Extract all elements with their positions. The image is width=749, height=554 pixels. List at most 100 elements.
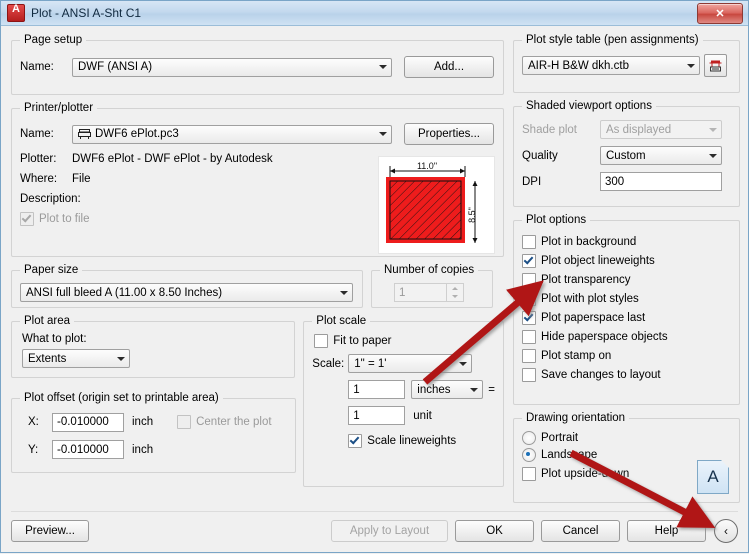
shade-plot-label: Shade plot	[522, 123, 577, 136]
plot-option-plot-transparency[interactable]: Plot transparency	[522, 273, 731, 287]
offset-y-label: Y:	[28, 443, 39, 456]
help-button[interactable]: Help	[627, 520, 706, 542]
right-column: Plot style table (pen assignments) AIR-H…	[513, 34, 740, 510]
plot-option-plot-paperspace-last[interactable]: Plot paperspace last	[522, 311, 731, 325]
plot-option-plot-stamp-on[interactable]: Plot stamp on	[522, 349, 731, 363]
plot-scale-group: Plot scale Fit to paper Scale: 1" = 1' 1…	[303, 315, 504, 487]
checkbox-box	[522, 254, 536, 268]
plot-area-group: Plot area What to plot: Extents	[11, 315, 296, 378]
checkbox-box	[522, 235, 536, 249]
paper-preview-drawing: 11.0" 8.5"	[386, 161, 478, 243]
copies-stepper	[447, 283, 464, 302]
radio-circle	[522, 431, 536, 445]
chevron-down-icon	[374, 132, 391, 136]
scale-value: 1" = 1'	[354, 357, 387, 370]
description-label: Description:	[20, 193, 81, 205]
scale-numerator-input[interactable]: 1	[348, 380, 406, 399]
plot-option-plot-object-lineweights[interactable]: Plot object lineweights	[522, 254, 731, 268]
plot-option-save-changes-to-layout[interactable]: Save changes to layout	[522, 368, 731, 382]
cancel-button[interactable]: Cancel	[541, 520, 620, 542]
plot-offset-legend: Plot offset (origin set to printable are…	[24, 392, 219, 404]
chevron-down-icon	[374, 65, 391, 69]
dpi-input[interactable]: 300	[600, 172, 722, 191]
checkbox-box	[522, 467, 536, 481]
what-to-plot-value: Extents	[28, 352, 67, 365]
plot-options-list: Plot in background Plot object lineweigh…	[522, 235, 731, 382]
scale-combo[interactable]: 1" = 1'	[348, 354, 473, 373]
plot-style-table-legend: Plot style table (pen assignments)	[526, 34, 699, 46]
plot-dialog-window: Plot - ANSI A-Sht C1 ✕ Page setup Name: …	[0, 0, 749, 553]
checkbox-box	[314, 334, 329, 348]
autocad-a-icon	[7, 3, 25, 22]
plotter-value: DWF6 ePlot - DWF ePlot - by Autodesk	[72, 153, 273, 165]
left-column: Page setup Name: DWF (ANSI A) Add... Pri…	[11, 34, 504, 510]
quality-combo[interactable]: Custom	[600, 146, 722, 165]
close-button[interactable]: ✕	[697, 2, 743, 24]
checkbox-box	[522, 368, 536, 382]
offset-x-input[interactable]: -0.010000	[52, 412, 124, 432]
plot-option-hide-paperspace-objects[interactable]: Hide paperspace objects	[522, 330, 731, 344]
paper-size-combo[interactable]: ANSI full bleed A (11.00 x 8.50 Inches)	[20, 283, 353, 302]
checkbox-box	[177, 415, 192, 429]
orientation-preview-icon: A	[697, 460, 729, 494]
where-label: Where:	[20, 173, 58, 185]
plot-to-file-label: Plot to file	[39, 213, 90, 225]
plot-option-label: Plot with plot styles	[541, 293, 639, 305]
center-the-plot-label: Center the plot	[196, 416, 272, 428]
collapse-dialog-button[interactable]: ‹	[714, 519, 738, 543]
ok-button[interactable]: OK	[455, 520, 534, 542]
plot-option-label: Hide paperspace objects	[541, 331, 668, 343]
offset-x-label: X:	[28, 416, 39, 428]
scale-units-value: inches	[417, 383, 451, 396]
scale-lineweights-checkbox[interactable]: Scale lineweights	[348, 434, 495, 448]
plot-option-plot-with-plot-styles[interactable]: Plot with plot styles	[522, 292, 731, 306]
checkbox-box	[20, 212, 34, 226]
printer-name-value: DWF6 ePlot.pc3	[95, 128, 179, 140]
portrait-label: Portrait	[541, 432, 579, 444]
chevron-down-icon	[682, 64, 699, 68]
footer-divider	[11, 511, 738, 512]
printer-name-label: Name:	[20, 128, 54, 140]
preview-button[interactable]: Preview...	[11, 520, 89, 542]
fit-to-paper-checkbox[interactable]: Fit to paper	[314, 334, 495, 348]
chevron-down-icon	[465, 388, 482, 392]
copies-legend: Number of copies	[384, 264, 475, 276]
add-page-setup-button[interactable]: Add...	[404, 56, 494, 78]
stepper-down-icon	[447, 293, 463, 302]
page-setup-legend: Page setup	[24, 34, 83, 46]
plot-style-table-combo[interactable]: AIR-H B&W dkh.ctb	[522, 56, 700, 75]
printer-properties-button[interactable]: Properties...	[404, 123, 494, 145]
offset-y-input[interactable]: -0.010000	[52, 440, 124, 459]
checkbox-box	[348, 434, 363, 448]
scale-units-combo[interactable]: inches	[411, 380, 484, 399]
checkbox-box	[522, 349, 536, 363]
scale-denominator-input[interactable]: 1	[348, 406, 406, 425]
paper-size-legend: Paper size	[24, 264, 79, 276]
checkbox-box	[522, 311, 536, 325]
plot-option-label: Plot in background	[541, 236, 637, 248]
plot-style-table-group: Plot style table (pen assignments) AIR-H…	[513, 34, 740, 93]
printer-plotter-group: Printer/plotter Name: DWF6 ePlot.pc3 Pro…	[11, 102, 504, 257]
plot-style-editor-button[interactable]	[704, 54, 727, 77]
shaded-viewport-group: Shaded viewport options Shade plot As di…	[513, 100, 740, 207]
where-value: File	[72, 173, 91, 185]
printer-name-combo[interactable]: DWF6 ePlot.pc3	[72, 124, 392, 144]
plot-style-table-value: AIR-H B&W dkh.ctb	[528, 59, 629, 72]
orientation-portrait-radio[interactable]: Portrait	[522, 431, 731, 445]
center-the-plot-checkbox: Center the plot	[177, 415, 272, 429]
chevron-down-icon	[335, 291, 352, 295]
chevron-down-icon	[454, 362, 471, 366]
plot-option-plot-in-background[interactable]: Plot in background	[522, 235, 731, 249]
plot-option-label: Plot transparency	[541, 274, 631, 286]
plot-option-label: Plot paperspace last	[541, 312, 646, 324]
page-setup-name-combo[interactable]: DWF (ANSI A)	[72, 57, 392, 77]
page-setup-group: Page setup Name: DWF (ANSI A) Add...	[11, 34, 504, 95]
fit-to-paper-label: Fit to paper	[333, 335, 392, 347]
page-setup-name-label: Name:	[20, 61, 54, 73]
plot-upside-down-label: Plot upside-down	[541, 468, 630, 480]
paper-preview-thumbnail: 11.0" 8.5"	[378, 156, 495, 254]
paper-size-value: ANSI full bleed A (11.00 x 8.50 Inches)	[26, 286, 223, 299]
what-to-plot-combo[interactable]: Extents	[22, 349, 130, 368]
title-bar: Plot - ANSI A-Sht C1 ✕	[1, 1, 748, 26]
dialog-body: Page setup Name: DWF (ANSI A) Add... Pri…	[1, 26, 748, 552]
